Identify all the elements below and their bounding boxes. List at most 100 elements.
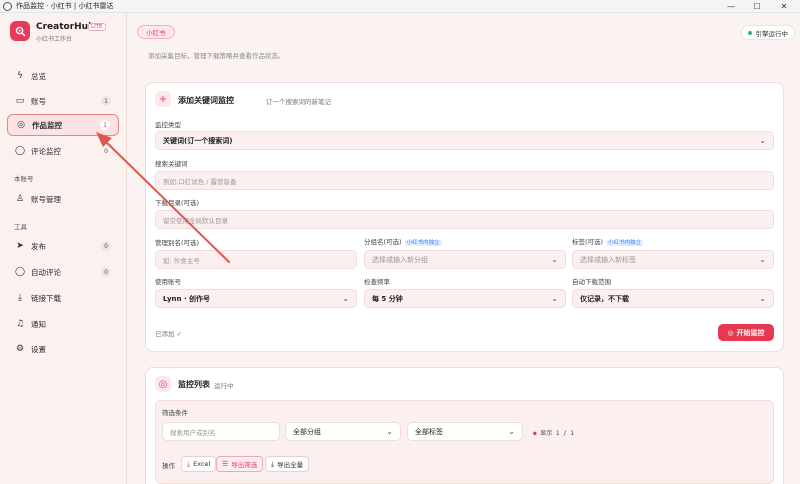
plus-icon[interactable]: + (155, 91, 171, 107)
count-badge: 1 (101, 96, 111, 106)
monitor-type-select[interactable]: 关键词(订一个搜索词) ⌄ (155, 131, 774, 150)
user-icon: ♙ (15, 194, 25, 204)
sidebar-item-label: 自动评论 (31, 267, 61, 277)
chevron-down-icon: ⌄ (551, 294, 558, 303)
group-select[interactable]: 选择或输入新分组 ⌄ (364, 250, 566, 269)
top-bar: 小红书 引擎运行中 (127, 13, 800, 53)
section-label-account: 本账号 (14, 175, 34, 183)
filter-label: 筛选条件 (162, 409, 188, 417)
sidebar-item-label: 链接下载 (31, 293, 61, 303)
sidebar-item-accounts[interactable]: ▭ 账号 1 (7, 90, 119, 112)
keyword-input[interactable]: 例如:口红试色 / 露营装备 (155, 171, 774, 190)
add-monitor-title: 添加关键词监控 (178, 96, 234, 105)
export-all-button[interactable]: ⤓ 导出全量 (265, 456, 310, 472)
minimize-button[interactable]: — (718, 0, 744, 13)
search-user-input[interactable]: 搜索用户或别名 (162, 422, 280, 441)
group-label: 分组名(可选) 小红书内独立 (364, 236, 442, 246)
download-dir-input[interactable]: 留空使用全局默认目录 (155, 210, 774, 229)
chevron-down-icon: ⌄ (759, 294, 766, 303)
download-range-select[interactable]: 仅记录，不下载 ⌄ (572, 289, 774, 308)
sidebar-item-settings[interactable]: ⚙ 设置 (7, 338, 119, 360)
shown-count-text: 显示 1 / 1 (540, 430, 574, 437)
close-button[interactable]: ✕ (771, 0, 797, 13)
download-range-label: 自动下载范围 (572, 278, 611, 286)
download-range-value: 仅记录，不下载 (580, 294, 629, 303)
export-excel-button[interactable]: ⤓ Excel (181, 456, 217, 472)
tags-select-value: 选择或输入新标签 (580, 255, 636, 264)
monitor-type-value: 关键词(订一个搜索词) (163, 136, 233, 145)
monitor-list-status: 运行中 (214, 382, 234, 390)
chat-icon: ◯ (14, 267, 26, 277)
sidebar-item-notifications[interactable]: ♫ 通知 (7, 313, 119, 335)
brand-name: CreatorHub (36, 22, 95, 32)
filter-icon: ☰ (222, 460, 229, 468)
tags-label-text: 标签(可选) (572, 238, 604, 246)
chevron-down-icon: ⌄ (508, 427, 515, 436)
sidebar-item-auto-comment[interactable]: ◯ 自动评论 0 (7, 261, 119, 283)
sidebar-item-link-download[interactable]: ⤓ 链接下载 (7, 287, 119, 309)
chevron-down-icon: ⌄ (759, 136, 766, 145)
account-label: 使用账号 (155, 278, 181, 286)
tags-scope-tag: 小红书内独立 (606, 240, 644, 246)
id-card-icon: ▭ (15, 96, 25, 106)
sidebar-item-label: 总览 (31, 71, 46, 81)
platform-tab[interactable]: 小红书 (137, 25, 175, 39)
keyword-label: 搜索关键词 (155, 160, 188, 168)
added-status: 已添加 ✓ (155, 330, 183, 338)
window-title: 作品监控 · 小红书 | 小红书雷达 (16, 2, 114, 10)
target-icon: ◎ (17, 120, 25, 130)
brand-logo-icon (10, 21, 30, 41)
count-badge: 0 (104, 147, 108, 155)
sidebar-item-work-monitor[interactable]: ◎ 作品监控 1 (7, 114, 119, 136)
download-icon: ⤓ (271, 459, 275, 468)
section-label-tools: 工具 (14, 223, 27, 231)
count-badge: 0 (101, 241, 111, 251)
engine-status: 引擎运行中 (740, 25, 795, 40)
export-filtered-button[interactable]: ☰ 导出筛选 (216, 456, 264, 472)
frequency-select-value: 每 5 分钟 (372, 294, 403, 303)
count-badge: 0 (101, 267, 111, 277)
monitor-type-label: 监控类型 (155, 121, 181, 129)
frequency-select[interactable]: 每 5 分钟 ⌄ (364, 289, 566, 308)
frequency-label: 检查频率 (364, 278, 390, 286)
add-monitor-subtitle: 订一个搜索词的新笔记 (266, 98, 331, 106)
download-icon: ⤓ (187, 459, 191, 468)
engine-status-label: 引擎运行中 (755, 29, 789, 38)
alias-input[interactable]: 如: 伙食主号 (155, 250, 357, 269)
bolt-icon: ϟ (17, 71, 23, 81)
sidebar-item-label: 设置 (31, 344, 46, 354)
comment-icon: ◯ (14, 146, 26, 156)
chevron-down-icon: ⌄ (551, 255, 558, 264)
target-icon: ◎ (155, 376, 171, 392)
sidebar-item-comment-monitor[interactable]: ◯ 评论监控 0 (7, 140, 119, 162)
sidebar-item-account-manage[interactable]: ♙ 账号管理 (7, 188, 119, 210)
count-badge: 1 (100, 120, 110, 130)
group-label-text: 分组名(可选) (364, 238, 402, 246)
export-all-label: 导出全量 (277, 461, 304, 469)
tags-select[interactable]: 选择或输入新标签 ⌄ (572, 250, 774, 269)
sidebar-item-publish[interactable]: ➤ 发布 0 (7, 235, 119, 257)
sidebar-item-label: 作品监控 (32, 120, 62, 130)
download-icon: ⤓ (18, 293, 22, 303)
start-monitor-button[interactable]: ◎ 开始监控 (718, 324, 774, 341)
group-filter-select[interactable]: 全部分组 ⌄ (285, 422, 401, 441)
chevron-down-icon: ⌄ (342, 294, 349, 303)
sidebar-item-overview[interactable]: ϟ 总览 (7, 65, 119, 87)
target-icon: ◎ (727, 328, 734, 337)
excel-label: Excel (193, 460, 211, 468)
brand-subtitle: 小红书工作台 (36, 36, 73, 43)
bell-icon: ♫ (15, 319, 25, 329)
sidebar-item-label: 账号管理 (31, 194, 61, 204)
tag-filter-select[interactable]: 全部标签 ⌄ (407, 422, 523, 441)
tag-filter-value: 全部标签 (415, 427, 443, 436)
brand: CreatorHub LITE 小红书工作台 (10, 21, 106, 43)
maximize-button[interactable]: ☐ (744, 0, 770, 13)
send-icon: ➤ (16, 241, 24, 251)
group-filter-value: 全部分组 (293, 427, 321, 436)
alias-label: 管理别名(可选) (155, 239, 200, 247)
account-select[interactable]: Lynn · 创作号 ⌄ (155, 289, 357, 308)
shown-count: ● 显示 1 / 1 (533, 428, 574, 437)
sidebar: CreatorHub LITE 小红书工作台 ϟ 总览 ▭ 账号 1 ◎ 作品监… (0, 13, 127, 484)
window-titlebar: 作品监控 · 小红书 | 小红书雷达 — ☐ ✕ (0, 0, 800, 13)
gear-icon: ⚙ (15, 344, 25, 354)
